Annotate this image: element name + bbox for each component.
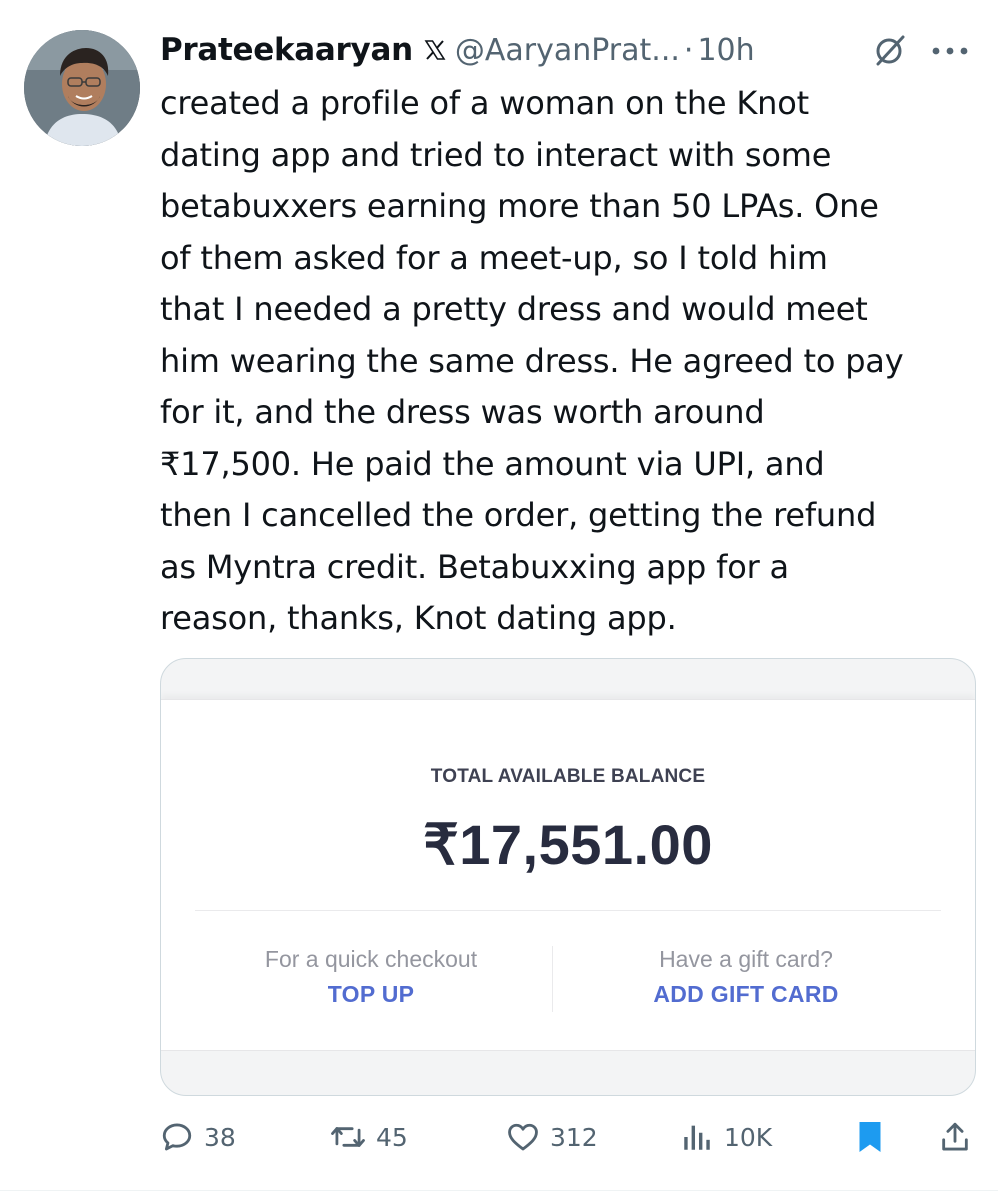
reply-icon <box>162 1123 192 1151</box>
bottom-divider <box>0 1190 998 1191</box>
heart-icon <box>508 1123 538 1151</box>
reply-button[interactable]: 38 <box>160 1114 236 1160</box>
repost-icon <box>331 1127 365 1147</box>
balance-label: TOTAL AVAILABLE BALANCE <box>430 766 706 787</box>
media-card[interactable]: TOTAL AVAILABLE BALANCE ₹17,551.00 For a… <box>160 658 976 1096</box>
share-icon <box>942 1122 968 1151</box>
bookmark-button[interactable] <box>854 1114 886 1160</box>
views-count: 10K <box>724 1122 773 1152</box>
repost-count: 45 <box>376 1122 408 1152</box>
timestamp[interactable]: 10h <box>697 33 754 68</box>
top-up-section: For a quick checkout TOP UP <box>221 946 521 1008</box>
balance-amount: ₹17,551.00 <box>423 813 713 876</box>
grok-icon[interactable] <box>872 32 908 68</box>
add-gift-card-button: ADD GIFT CARD <box>653 981 839 1007</box>
avatar[interactable] <box>24 30 140 146</box>
wallet-panel: TOTAL AVAILABLE BALANCE ₹17,551.00 For a… <box>161 699 975 1051</box>
gift-card-section: Have a gift card? ADD GIFT CARD <box>591 946 901 1008</box>
repost-button[interactable]: 45 <box>330 1114 408 1160</box>
views-button[interactable]: 10K <box>680 1114 772 1160</box>
tweet-header: Prateekaaryan @AaryanPrat... · 10h <box>160 28 980 72</box>
display-name[interactable]: Prateekaaryan <box>160 32 413 68</box>
tweet-action-bar: 38 45 312 10K <box>160 1114 980 1160</box>
gift-card-hint: Have a gift card? <box>659 946 833 972</box>
top-up-hint: For a quick checkout <box>264 946 478 972</box>
wallet-column-divider <box>552 946 553 1012</box>
like-button[interactable]: 312 <box>506 1114 598 1160</box>
bookmark-icon <box>859 1122 881 1152</box>
like-count: 312 <box>550 1122 598 1152</box>
avatar-photo <box>24 30 140 146</box>
tweet-text: created a profile of a woman on the Knot… <box>160 84 904 637</box>
more-icon[interactable] <box>930 46 970 56</box>
share-button[interactable] <box>938 1114 972 1160</box>
wallet-divider <box>195 910 941 911</box>
views-icon <box>684 1125 710 1150</box>
user-handle[interactable]: @AaryanPrat... <box>455 33 680 68</box>
separator-dot: · <box>683 32 694 68</box>
reply-count: 38 <box>204 1122 236 1152</box>
top-up-button: TOP UP <box>327 981 415 1007</box>
x-logo-icon <box>424 40 446 60</box>
